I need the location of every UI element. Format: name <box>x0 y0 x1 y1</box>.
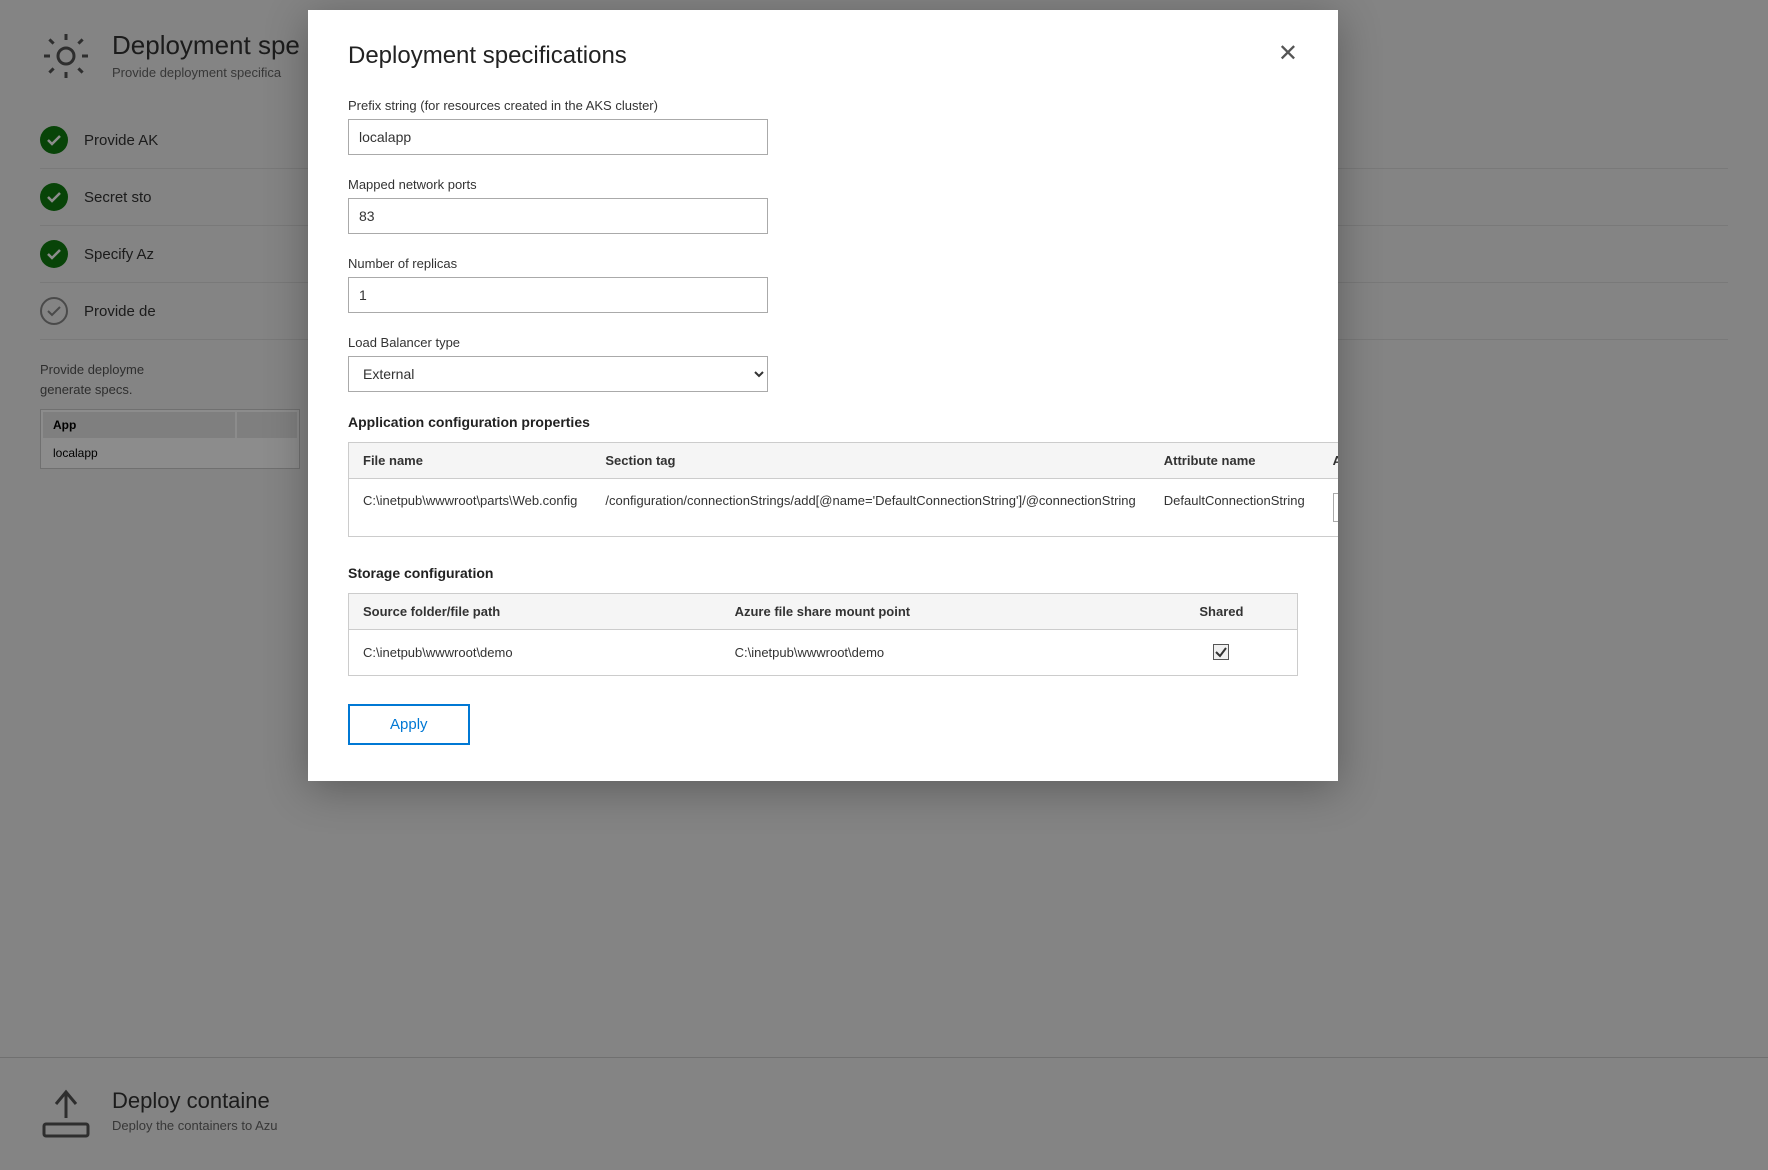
replicas-label: Number of replicas <box>348 256 1298 271</box>
replicas-input[interactable] <box>348 277 768 313</box>
replicas-form-group: Number of replicas <box>348 256 1298 313</box>
col-file-name: File name <box>349 443 592 479</box>
app-config-cell-attrvalue <box>1319 479 1338 537</box>
prefix-input[interactable] <box>348 119 768 155</box>
storage-config-section: Storage configuration Source folder/file… <box>348 565 1298 676</box>
app-config-cell-attrname: DefaultConnectionString <box>1150 479 1319 537</box>
storage-cell-shared <box>1146 630 1298 676</box>
app-config-cell-section: /configuration/connectionStrings/add[@na… <box>591 479 1149 537</box>
modal-header: Deployment specifications ✕ <box>348 42 1298 70</box>
app-config-cell-filename: C:\inetpub\wwwroot\parts\Web.config <box>349 479 592 537</box>
col-source-path: Source folder/file path <box>349 594 721 630</box>
col-attr-value: Attribute value <box>1319 443 1338 479</box>
shared-checkbox[interactable] <box>1213 644 1229 660</box>
app-config-section: Application configuration properties Fil… <box>348 414 1298 537</box>
ports-form-group: Mapped network ports <box>348 177 1298 234</box>
storage-config-heading: Storage configuration <box>348 565 1298 581</box>
col-attr-name: Attribute name <box>1150 443 1319 479</box>
storage-header-row: Source folder/file path Azure file share… <box>349 594 1298 630</box>
storage-row-1: C:\inetpub\wwwroot\demo C:\inetpub\wwwro… <box>349 630 1298 676</box>
ports-label: Mapped network ports <box>348 177 1298 192</box>
attr-value-input[interactable] <box>1333 493 1338 522</box>
app-config-header-row: File name Section tag Attribute name Att… <box>349 443 1339 479</box>
lb-form-group: Load Balancer type External Internal Non… <box>348 335 1298 392</box>
storage-cell-source: C:\inetpub\wwwroot\demo <box>349 630 721 676</box>
storage-config-table: Source folder/file path Azure file share… <box>348 593 1298 676</box>
apply-button[interactable]: Apply <box>348 704 470 745</box>
col-shared: Shared <box>1146 594 1298 630</box>
deployment-specs-modal: Deployment specifications ✕ Prefix strin… <box>308 10 1338 781</box>
ports-input[interactable] <box>348 198 768 234</box>
modal-close-button[interactable]: ✕ <box>1278 42 1298 66</box>
prefix-form-group: Prefix string (for resources created in … <box>348 98 1298 155</box>
app-config-row-1: C:\inetpub\wwwroot\parts\Web.config /con… <box>349 479 1339 537</box>
col-section-tag: Section tag <box>591 443 1149 479</box>
app-config-table: File name Section tag Attribute name Att… <box>348 442 1338 537</box>
storage-cell-mount: C:\inetpub\wwwroot\demo <box>721 630 1146 676</box>
modal-footer: Apply <box>348 704 1298 745</box>
col-mount-point: Azure file share mount point <box>721 594 1146 630</box>
modal-title: Deployment specifications <box>348 42 627 70</box>
lb-label: Load Balancer type <box>348 335 1298 350</box>
prefix-label: Prefix string (for resources created in … <box>348 98 1298 113</box>
app-config-heading: Application configuration properties <box>348 414 1298 430</box>
lb-select[interactable]: External Internal None <box>348 356 768 392</box>
